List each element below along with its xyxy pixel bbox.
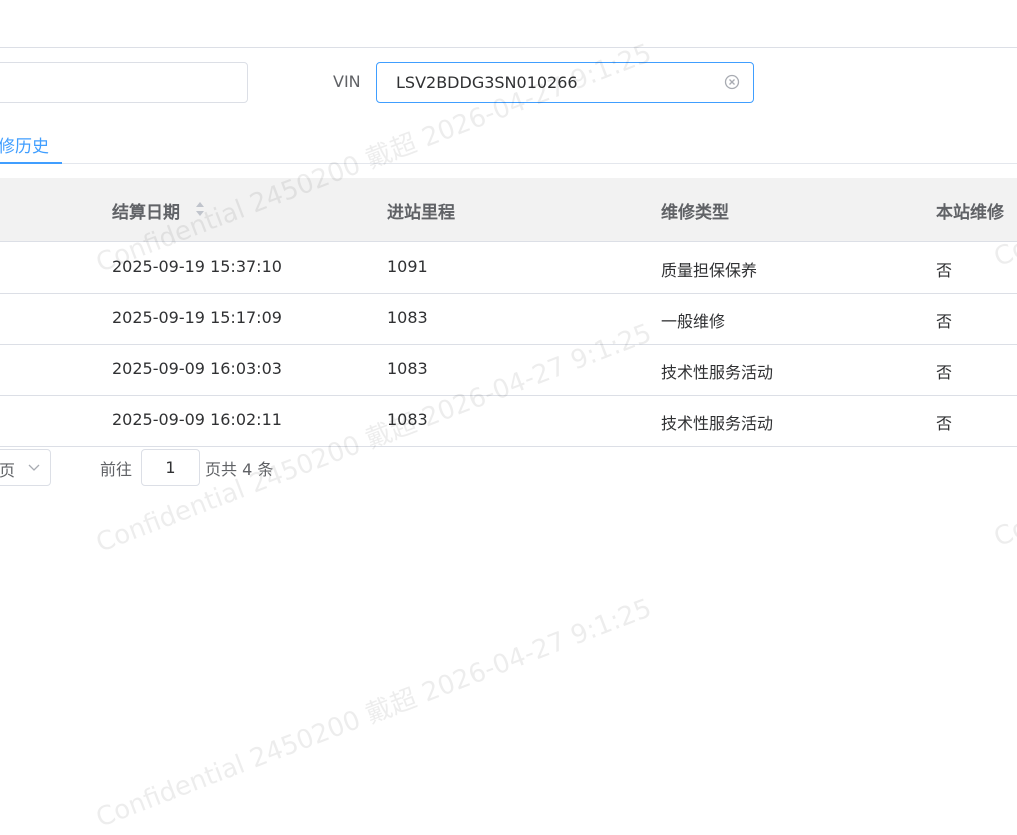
top-divider — [0, 47, 1017, 48]
page-size-select[interactable]: 页 — [0, 449, 51, 486]
table-row[interactable]: 2025-09-09 16:02:11 1083 技术性服务活动 否 — [0, 395, 1017, 447]
column-header-local-repair: 本站维修 — [936, 203, 1004, 223]
column-header-mileage: 进站里程 — [387, 203, 455, 223]
cell-date: 2025-09-09 16:02:11 — [112, 410, 282, 429]
table-row[interactable]: 2025-09-09 16:03:03 1083 技术性服务活动 否 — [0, 344, 1017, 396]
search-field-left[interactable] — [0, 62, 248, 103]
cell-local-repair: 否 — [936, 261, 953, 280]
cell-repair-type: 技术性服务活动 — [661, 363, 774, 382]
sort-icon[interactable] — [195, 200, 205, 218]
tabs-divider — [0, 163, 1017, 164]
page-number-input[interactable]: 1 — [141, 449, 200, 486]
cell-mileage: 1091 — [387, 257, 428, 276]
clear-icon[interactable] — [724, 74, 740, 90]
table-header: 结算日期 进站里程 维修类型 本站维修 — [0, 178, 1017, 242]
cell-mileage: 1083 — [387, 308, 428, 327]
chevron-down-icon — [28, 464, 40, 471]
tab-active-indicator — [0, 162, 62, 164]
column-header-settlement-date[interactable]: 结算日期 — [112, 198, 180, 223]
tab-repair-history[interactable]: 修历史 — [0, 132, 49, 157]
goto-label: 前往 — [100, 460, 133, 479]
cell-date: 2025-09-09 16:03:03 — [112, 359, 282, 378]
cell-mileage: 1083 — [387, 359, 428, 378]
vin-input[interactable]: LSV2BDDG3SN010266 — [376, 62, 754, 103]
vin-input-value: LSV2BDDG3SN010266 — [396, 73, 578, 92]
watermark: Confidential 2450200 戴超 2026-04-27 9:1:2… — [92, 593, 656, 834]
cell-repair-type: 一般维修 — [661, 312, 726, 331]
cell-date: 2025-09-19 15:17:09 — [112, 308, 282, 327]
column-header-repair-type: 维修类型 — [661, 203, 729, 223]
cell-local-repair: 否 — [936, 414, 953, 433]
cell-mileage: 1083 — [387, 410, 428, 429]
cell-local-repair: 否 — [936, 363, 953, 382]
cell-repair-type: 质量担保保养 — [661, 261, 758, 280]
total-count-label: 页共 4 条 — [205, 460, 274, 479]
watermark-fragment: Co — [990, 512, 1017, 554]
vin-label: VIN — [333, 72, 361, 91]
cell-local-repair: 否 — [936, 312, 953, 331]
cell-repair-type: 技术性服务活动 — [661, 414, 774, 433]
table-row[interactable]: 2025-09-19 15:17:09 1083 一般维修 否 — [0, 293, 1017, 345]
table-row[interactable]: 2025-09-19 15:37:10 1091 质量担保保养 否 — [0, 242, 1017, 294]
cell-date: 2025-09-19 15:37:10 — [112, 257, 282, 276]
page-size-label: 页 — [0, 461, 16, 480]
